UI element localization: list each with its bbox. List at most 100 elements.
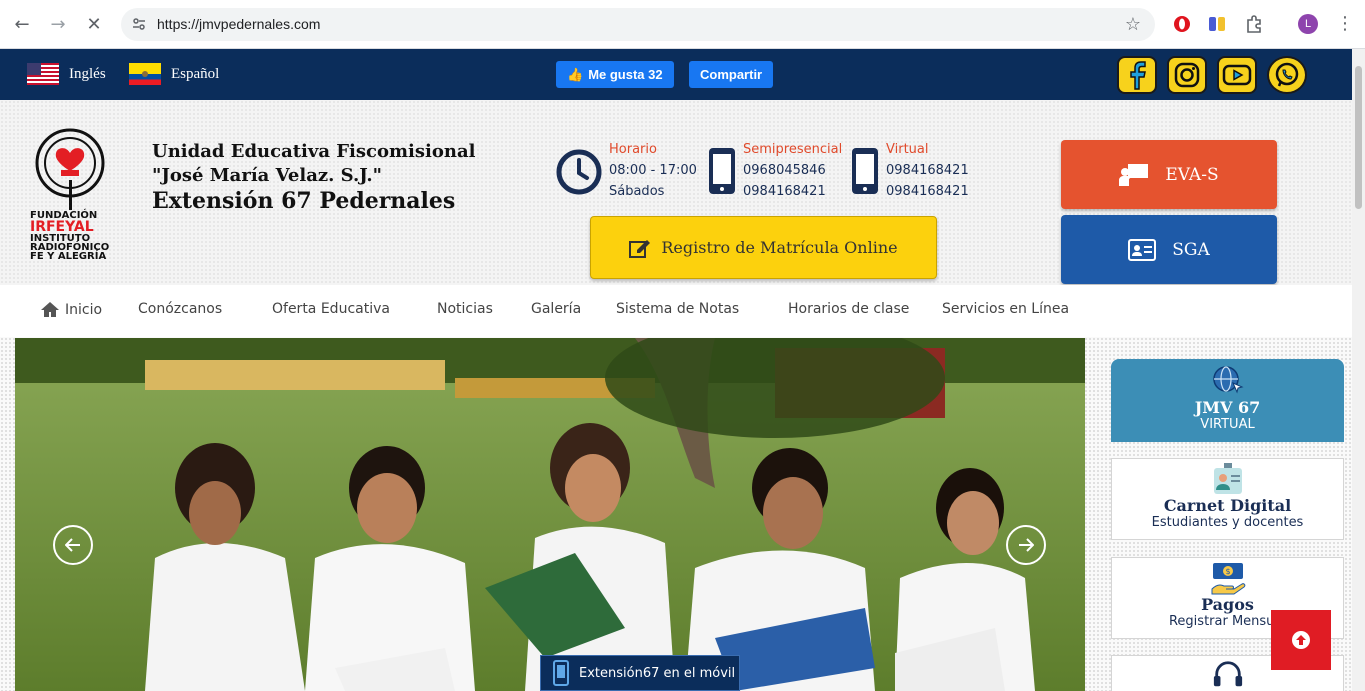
usa-flag-icon — [27, 63, 59, 85]
payment-icon: $ — [1211, 563, 1245, 595]
bookmark-star-icon[interactable]: ☆ — [1125, 14, 1141, 35]
scrollbar-thumb[interactable] — [1355, 66, 1362, 209]
virtual-info: Virtual 0984168421 0984168421 — [886, 140, 969, 202]
url-text[interactable]: https://jmvpedernales.com — [157, 16, 320, 32]
semipresencial-phone1[interactable]: 0968045846 — [743, 160, 842, 181]
mobile-phone-icon — [852, 148, 878, 194]
ecuador-flag-icon — [129, 63, 161, 85]
thumbs-up-icon: 👍 — [567, 66, 584, 82]
schedule-days: Sábados — [609, 184, 665, 199]
extension-icon[interactable] — [1207, 14, 1227, 34]
irfeyal-logo[interactable]: FUNDACIÓN IRFEYAL INSTITUTO RADIOFÓNICO … — [25, 125, 140, 260]
nav-item-galeria[interactable]: Galería — [531, 301, 581, 317]
card-subtitle: VIRTUAL — [1200, 417, 1255, 432]
card-title: Pagos — [1201, 595, 1254, 614]
mobile-phone-icon — [553, 660, 569, 686]
id-card-icon — [1128, 238, 1157, 261]
arrow-left-icon — [65, 538, 80, 552]
nav-item-servicios-en-linea[interactable]: Servicios en Línea — [942, 301, 1069, 317]
site-header: FUNDACIÓN IRFEYAL INSTITUTO RADIOFÓNICO … — [0, 100, 1352, 285]
puzzle-extensions-icon[interactable] — [1244, 14, 1264, 34]
schedule-hours: 08:00 - 17:00 — [609, 163, 697, 178]
clock-icon — [556, 149, 602, 195]
youtube-icon[interactable] — [1217, 56, 1257, 94]
students-photo — [15, 338, 1085, 691]
mobile-phone-icon — [709, 148, 735, 194]
carnet-digital-card[interactable]: Carnet Digital Estudiantes y docentes — [1111, 458, 1344, 540]
semipresencial-info: Semipresencial 0968045846 0984168421 — [743, 140, 842, 202]
language-english[interactable]: Inglés — [27, 63, 106, 85]
extension-title: Extensión 67 Pedernales — [152, 188, 456, 214]
logo-text-fe-y-alegria: FE Y ALEGRÍA — [30, 249, 106, 260]
back-to-top-button[interactable] — [1271, 610, 1331, 670]
nav-label: Horarios de clase — [788, 301, 910, 317]
home-icon — [41, 302, 59, 317]
profile-avatar[interactable]: L — [1298, 14, 1318, 34]
nav-label: Galería — [531, 301, 582, 317]
virtual-phone1[interactable]: 0984168421 — [886, 160, 969, 181]
eva-s-label: EVA-S — [1165, 164, 1219, 185]
enrollment-label: Registro de Matrícula Online — [661, 238, 898, 257]
arrow-right-icon — [1019, 538, 1034, 552]
forward-icon[interactable]: → — [47, 13, 69, 35]
facebook-like-button[interactable]: 👍 Me gusta 32 — [556, 61, 674, 88]
card-title: JMV 67 — [1194, 398, 1261, 417]
virtual-label: Virtual — [886, 142, 929, 157]
whatsapp-icon[interactable] — [1267, 56, 1307, 94]
nav-item-inicio[interactable]: Inicio — [40, 301, 102, 318]
mobile-app-label: Extensión67 en el móvil — [579, 665, 736, 681]
nav-label: Servicios en Línea — [942, 301, 1070, 317]
nav-item-horarios-de-clase[interactable]: Horarios de clase — [788, 301, 909, 317]
nav-label: Oferta Educativa — [272, 301, 390, 317]
card-subtitle: Registrar Mensual — [1168, 614, 1286, 629]
nav-label: Inicio — [65, 301, 103, 318]
browser-toolbar: ← → ✕ https://jmvpedernales.com ☆ L ⋮ — [0, 0, 1365, 49]
card-subtitle: Estudiantes y docentes — [1151, 515, 1304, 530]
online-enrollment-button[interactable]: Registro de Matrícula Online — [590, 216, 937, 279]
stop-loading-icon[interactable]: ✕ — [83, 13, 105, 35]
language-label[interactable]: Español — [171, 66, 219, 83]
school-name: Unidad Educativa Fiscomisional "José Mar… — [152, 140, 475, 188]
mobile-app-banner[interactable]: Extensión67 en el móvil — [540, 655, 740, 691]
site-settings-icon[interactable] — [131, 16, 147, 32]
svg-text:$: $ — [1225, 567, 1230, 576]
main-navigation: Inicio Conózcanos Oferta Educativa Notic… — [0, 285, 1352, 337]
facebook-icon[interactable] — [1117, 56, 1157, 94]
nav-item-noticias[interactable]: Noticias — [437, 301, 493, 317]
semipresencial-phone2[interactable]: 0984168421 — [743, 181, 842, 202]
teacher-board-icon — [1119, 163, 1149, 186]
schedule-info: Horario 08:00 - 17:00 Sábados — [609, 140, 697, 202]
schedule-label: Horario — [609, 142, 657, 157]
opera-extension-icon[interactable] — [1172, 14, 1192, 34]
slider-prev-button[interactable] — [53, 525, 93, 565]
nav-label: Noticias — [437, 301, 493, 317]
headset-icon — [1213, 661, 1242, 687]
language-label[interactable]: Inglés — [69, 66, 106, 83]
school-name-line2: "José María Velaz. S.J." — [152, 165, 383, 186]
eva-s-button[interactable]: EVA-S — [1061, 140, 1277, 209]
nav-label: Conózcanos — [138, 301, 223, 317]
language-social-bar: Inglés Español 👍 Me gusta 32 Compartir — [0, 49, 1352, 100]
id-badge-icon — [1213, 463, 1242, 494]
address-bar[interactable]: https://jmvpedernales.com ☆ — [121, 8, 1155, 41]
semipresencial-label: Semipresencial — [743, 142, 843, 157]
nav-item-sistema-de-notas[interactable]: Sistema de Notas — [616, 301, 739, 317]
slider-next-button[interactable] — [1006, 525, 1046, 565]
language-spanish[interactable]: Español — [129, 63, 219, 85]
back-icon[interactable]: ← — [11, 13, 33, 35]
facebook-share-button[interactable]: Compartir — [689, 61, 774, 88]
instagram-icon[interactable] — [1167, 56, 1207, 94]
page-scrollbar[interactable] — [1352, 49, 1365, 691]
nav-label: Sistema de Notas — [616, 301, 740, 317]
hero-slider[interactable] — [15, 338, 1085, 691]
browser-menu-icon[interactable]: ⋮ — [1336, 13, 1354, 34]
globe-cursor-icon — [1212, 366, 1244, 394]
virtual-phone2[interactable]: 0984168421 — [886, 181, 969, 202]
like-label: Me gusta 32 — [588, 67, 663, 82]
nav-item-oferta-educativa[interactable]: Oferta Educativa — [272, 301, 390, 317]
nav-item-conozcanos[interactable]: Conózcanos — [138, 301, 222, 317]
jmv67-virtual-card[interactable]: JMV 67 VIRTUAL — [1111, 359, 1344, 442]
sga-button[interactable]: SGA — [1061, 215, 1277, 284]
school-name-line1: Unidad Educativa Fiscomisional — [152, 141, 476, 162]
share-label: Compartir — [700, 67, 763, 82]
